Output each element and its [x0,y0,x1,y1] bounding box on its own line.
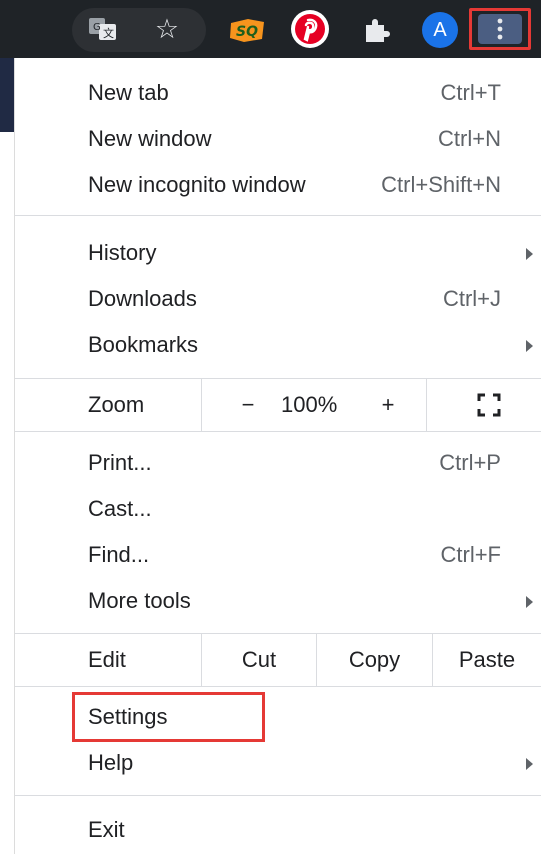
paste-button[interactable]: Paste [432,634,541,686]
zoom-label: Zoom [88,392,145,417]
menu-item-shortcut: Ctrl+P [439,450,501,475]
browser-toolbar: G 文 ☆ SQ A [0,0,541,58]
menu-item-label: Exit [88,817,125,842]
menu-item-label: Help [88,750,134,775]
submenu-arrow-icon [526,758,533,770]
menu-item-label: More tools [88,588,191,613]
sq-label: SQ [236,24,258,40]
menu-separator [15,431,541,432]
extensions-puzzle-icon[interactable] [360,15,392,45]
menu-item-label: New tab [88,80,169,105]
copy-button[interactable]: Copy [316,634,432,686]
svg-text:G: G [93,22,101,33]
menu-item-history[interactable]: History [15,230,541,276]
edit-row: Edit Cut Copy Paste [15,634,541,686]
menu-item-exit[interactable]: Exit [15,807,541,853]
menu-item-label: Bookmarks [88,332,199,357]
menu-item-shortcut: Ctrl+N [438,126,501,151]
menu-item-shortcut: Ctrl+T [440,80,502,105]
menu-item-new-tab[interactable]: New tab Ctrl+T [15,70,541,116]
menu-item-find[interactable]: Find... Ctrl+F [15,532,541,578]
menu-item-label: New incognito window [88,172,306,197]
zoom-in-button[interactable]: + [373,379,403,431]
avatar-letter: A [433,18,447,41]
zoom-out-button[interactable]: − [233,379,263,431]
menu-separator [15,795,541,796]
submenu-arrow-icon [526,248,533,260]
menu-item-print[interactable]: Print... Ctrl+P [15,440,541,486]
menu-item-label: Print... [88,450,152,475]
pinterest-icon[interactable] [290,9,330,49]
zoom-row: Zoom − 100% + [15,379,541,431]
menu-item-new-incognito-window[interactable]: New incognito window Ctrl+Shift+N [15,162,541,208]
menu-separator [15,215,541,216]
bookmark-star-icon[interactable]: ☆ [152,14,182,44]
menu-item-cast[interactable]: Cast... [15,486,541,532]
submenu-arrow-icon [526,596,533,608]
submenu-arrow-icon [526,340,533,352]
menu-separator [15,686,541,687]
menu-item-label: Find... [88,542,150,567]
more-menu-button[interactable] [469,8,531,50]
menu-item-bookmarks[interactable]: Bookmarks [15,322,541,368]
translate-icon[interactable]: G 文 [88,16,118,42]
page-background-edge [0,58,14,132]
menu-item-shortcut: Ctrl+J [442,286,501,311]
edit-label: Edit [88,647,126,672]
menu-item-downloads[interactable]: Downloads Ctrl+J [15,276,541,322]
fullscreen-icon [477,393,501,417]
cut-button[interactable]: Cut [201,634,316,686]
sq-extension-icon[interactable]: SQ [228,17,266,43]
more-menu-icon [478,14,522,44]
menu-item-label: Downloads [88,286,197,311]
svg-text:文: 文 [103,26,114,40]
menu-item-shortcut: Ctrl+F [440,542,502,567]
menu-item-new-window[interactable]: New window Ctrl+N [15,116,541,162]
menu-item-help[interactable]: Help [15,740,541,786]
zoom-level: 100% [281,392,338,417]
profile-avatar[interactable]: A [422,12,458,48]
menu-item-more-tools[interactable]: More tools [15,578,541,624]
menu-item-label: History [88,240,157,265]
menu-item-shortcut: Ctrl+Shift+N [381,172,501,197]
menu-item-label: Cast... [88,496,152,521]
menu-item-label: New window [88,126,212,151]
settings-highlight-box [72,692,265,742]
